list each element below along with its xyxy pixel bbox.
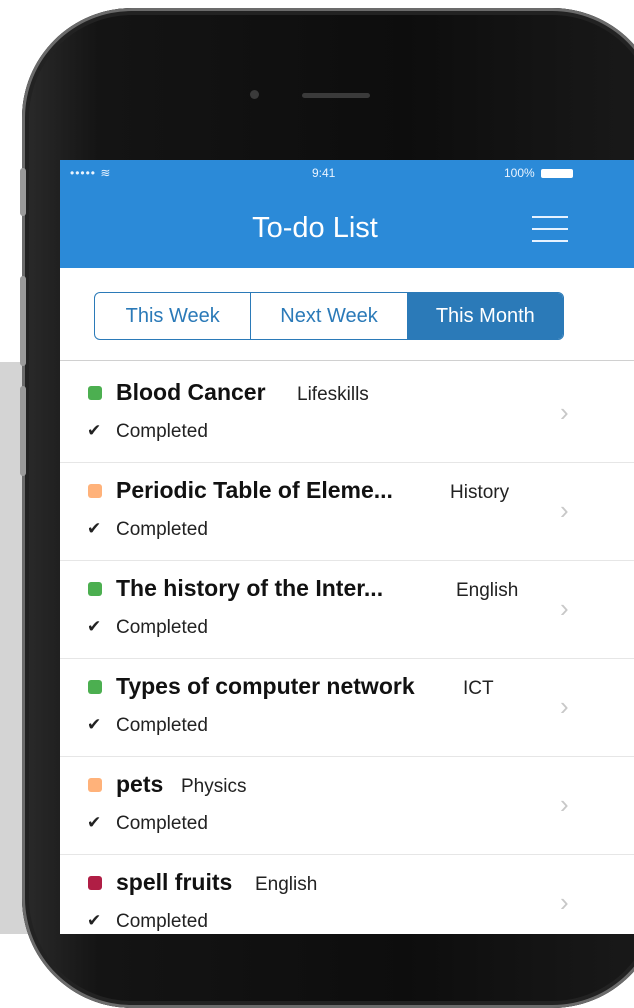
chevron-right-icon: ›: [560, 397, 569, 427]
item-status: Completed: [116, 421, 208, 442]
subject-color-icon: [88, 778, 102, 792]
item-title: spell fruits: [116, 869, 233, 895]
clock: 9:41: [312, 166, 336, 180]
list-item[interactable]: Types of computer network ICT ✔ Complete…: [60, 659, 634, 757]
volume-up-button: [20, 276, 26, 366]
item-subject: Lifeskills: [297, 384, 369, 405]
volume-down-button: [20, 386, 26, 476]
tab-this-month[interactable]: This Month: [407, 293, 563, 339]
battery-percent: 100%: [504, 166, 535, 180]
chevron-right-icon: ›: [560, 887, 569, 917]
speaker-grille: [302, 93, 370, 98]
item-subject: ICT: [463, 678, 494, 699]
nav-header: ••••• ≋ 9:41 100% To-do List: [60, 160, 634, 268]
chevron-right-icon: ›: [560, 691, 569, 721]
item-status: Completed: [116, 813, 208, 834]
subject-color-icon: [88, 582, 102, 596]
subject-color-icon: [88, 680, 102, 694]
checkmark-icon: ✔: [87, 421, 102, 440]
checkmark-icon: ✔: [87, 911, 102, 930]
item-title: Blood Cancer: [116, 379, 266, 405]
item-status: Completed: [116, 519, 208, 540]
list-item[interactable]: pets Physics ✔ Completed ›: [60, 757, 634, 855]
item-subject: Physics: [181, 776, 247, 797]
subject-color-icon: [88, 484, 102, 498]
camera-icon: [250, 90, 259, 99]
list-item[interactable]: spell fruits English ✔ Completed ›: [60, 855, 634, 934]
item-title: The history of the Inter...: [116, 575, 384, 601]
checkmark-icon: ✔: [87, 617, 102, 636]
list-item[interactable]: Blood Cancer Lifeskills ✔ Completed ›: [60, 365, 634, 463]
chevron-right-icon: ›: [560, 789, 569, 819]
page-title: To-do List: [252, 212, 378, 244]
tab-next-week[interactable]: Next Week: [251, 293, 408, 339]
tab-this-week[interactable]: This Week: [95, 293, 252, 339]
item-status: Completed: [116, 911, 208, 932]
signal-indicator: ••••• ≋: [70, 166, 112, 180]
period-segmented-control: This Week Next Week This Month: [94, 292, 564, 340]
checkmark-icon: ✔: [87, 715, 102, 734]
item-title: pets: [116, 771, 164, 797]
list-item[interactable]: The history of the Inter... English ✔ Co…: [60, 561, 634, 659]
checkmark-icon: ✔: [87, 813, 102, 832]
battery-indicator: 100%: [504, 166, 573, 180]
item-status: Completed: [116, 715, 208, 736]
subject-color-icon: [88, 876, 102, 890]
item-title: Periodic Table of Eleme...: [116, 477, 393, 503]
chevron-right-icon: ›: [560, 593, 569, 623]
item-subject: History: [450, 482, 510, 503]
list-item[interactable]: Periodic Table of Eleme... History ✔ Com…: [60, 463, 634, 561]
todo-list: Blood Cancer Lifeskills ✔ Completed › Pe…: [60, 365, 634, 934]
subject-color-icon: [88, 386, 102, 400]
item-status: Completed: [116, 617, 208, 638]
mute-switch: [20, 168, 26, 216]
app-screen: ••••• ≋ 9:41 100% To-do List This Week N…: [60, 160, 634, 934]
chevron-right-icon: ›: [560, 495, 569, 525]
hamburger-menu-icon[interactable]: [532, 216, 568, 242]
divider: [60, 360, 634, 361]
battery-icon: [540, 168, 573, 178]
item-subject: English: [255, 874, 318, 895]
checkmark-icon: ✔: [87, 519, 102, 538]
item-subject: English: [456, 580, 519, 601]
item-title: Types of computer network: [116, 673, 415, 699]
